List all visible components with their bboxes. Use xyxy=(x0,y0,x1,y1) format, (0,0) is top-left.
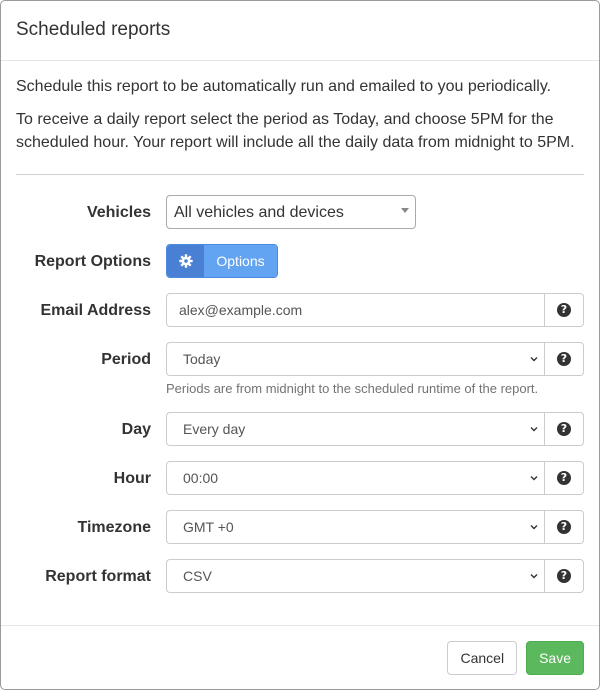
hour-label: Hour xyxy=(113,470,151,487)
question-circle-icon: ? xyxy=(557,520,571,534)
report-format-help-button[interactable]: ? xyxy=(544,559,584,593)
vehicles-select[interactable]: All vehicles and devices xyxy=(166,195,416,229)
intro-text: Schedule this report to be automatically… xyxy=(16,75,584,154)
report-options-row: Report Options Options xyxy=(16,244,584,278)
question-circle-icon: ? xyxy=(557,303,571,317)
hour-help-button[interactable]: ? xyxy=(544,461,584,495)
report-format-select[interactable]: CSV xyxy=(166,559,544,593)
period-help-button[interactable]: ? xyxy=(544,342,584,376)
intro-line-1: Schedule this report to be automatically… xyxy=(16,78,552,95)
modal-body: Schedule this report to be automatically… xyxy=(1,61,599,593)
period-select[interactable]: Today xyxy=(166,342,544,376)
caret-down-icon xyxy=(401,208,409,213)
question-circle-icon: ? xyxy=(557,422,571,436)
period-label: Period xyxy=(101,351,151,368)
options-button-label: Options xyxy=(204,245,277,277)
timezone-select[interactable]: GMT +0 xyxy=(166,510,544,544)
question-circle-icon: ? xyxy=(557,471,571,485)
options-button[interactable]: Options xyxy=(166,244,278,278)
chevron-down-icon xyxy=(530,476,538,481)
email-field[interactable]: alex@example.com xyxy=(166,293,544,327)
timezone-select-value: GMT +0 xyxy=(183,519,234,535)
intro-line-2: To receive a daily report select the per… xyxy=(16,111,575,151)
email-help-button[interactable]: ? xyxy=(544,293,584,327)
day-help-button[interactable]: ? xyxy=(544,412,584,446)
cancel-button[interactable]: Cancel xyxy=(447,641,518,675)
hour-select-value: 00:00 xyxy=(183,470,219,486)
divider xyxy=(16,174,584,175)
modal-footer: Cancel Save xyxy=(1,625,599,689)
chevron-down-icon xyxy=(530,574,538,579)
modal-title: Scheduled reports xyxy=(16,19,171,40)
question-circle-icon: ? xyxy=(557,352,571,366)
hour-row: Hour 00:00 ? xyxy=(16,461,584,495)
email-label: Email Address xyxy=(40,302,151,319)
modal-header: Scheduled reports xyxy=(1,1,599,61)
scheduled-reports-modal: Scheduled reports Schedule this report t… xyxy=(0,0,600,690)
period-select-value: Today xyxy=(183,351,221,367)
vehicles-label: Vehicles xyxy=(86,204,151,221)
email-row: Email Address alex@example.com ? xyxy=(16,293,584,327)
report-format-select-value: CSV xyxy=(183,568,212,584)
save-button[interactable]: Save xyxy=(526,641,584,675)
question-circle-icon: ? xyxy=(557,569,571,583)
report-options-label: Report Options xyxy=(34,253,151,270)
period-help-text: Periods are from midnight to the schedul… xyxy=(166,381,539,396)
chevron-down-icon xyxy=(530,427,538,432)
timezone-label: Timezone xyxy=(77,519,152,536)
day-label: Day xyxy=(121,421,151,438)
timezone-row: Timezone GMT +0 ? xyxy=(16,510,584,544)
gear-icon xyxy=(167,245,204,277)
chevron-down-icon xyxy=(530,525,538,530)
day-select[interactable]: Every day xyxy=(166,412,544,446)
day-select-value: Every day xyxy=(183,421,246,437)
period-row: Period Today ? Periods are from midnight… xyxy=(16,342,584,397)
hour-select[interactable]: 00:00 xyxy=(166,461,544,495)
vehicles-select-value: All vehicles and devices xyxy=(174,204,344,221)
report-format-row: Report format CSV ? xyxy=(16,559,584,593)
report-format-label: Report format xyxy=(45,568,151,585)
chevron-down-icon xyxy=(530,357,538,362)
vehicles-row: Vehicles All vehicles and devices xyxy=(16,195,584,229)
timezone-help-button[interactable]: ? xyxy=(544,510,584,544)
day-row: Day Every day ? xyxy=(16,412,584,446)
